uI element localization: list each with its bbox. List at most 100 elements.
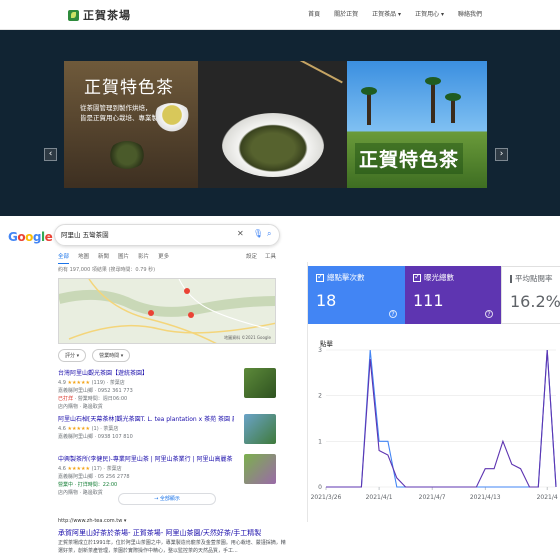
google-logo[interactable]: Google: [8, 230, 53, 244]
map-pin: [188, 312, 194, 318]
google-logo-letter: o: [17, 230, 26, 244]
help-icon[interactable]: ?: [485, 310, 493, 318]
search-tools: 設定 工具: [246, 252, 276, 260]
metric-label: 平均點閱率: [510, 273, 553, 284]
tea-bowl-image: [222, 113, 324, 177]
google-search-results: Google ✕ 🎙 ⌕ 全部 地圖 新聞 圖片 影片 更多 設定 工具 約有 …: [0, 216, 296, 560]
tab-all[interactable]: 全部: [58, 252, 70, 264]
map-pin: [184, 288, 190, 294]
search-input[interactable]: [61, 230, 211, 238]
carousel-next-button[interactable]: ›: [495, 148, 508, 161]
site-header: 正賀茶場 首頁 關於正賀 正賀茶品 ▾ 正賀用心 ▾ 聯絡我們: [0, 0, 560, 30]
x-tick-label: 2021/4/13: [470, 494, 501, 501]
search-icon[interactable]: ⌕: [267, 229, 271, 239]
x-tick-label: 2021/3/26: [311, 494, 342, 501]
rating-filter[interactable]: 評分 ▾: [58, 349, 87, 362]
metric-card-clicks[interactable]: 總點擊次數 18 ?: [308, 266, 405, 324]
microphone-icon[interactable]: 🎙: [253, 229, 263, 238]
hours-filter[interactable]: 營業時間 ▾: [92, 349, 131, 362]
search-tabs: 全部 地圖 新聞 圖片 影片 更多: [58, 252, 169, 264]
closed-status: 已打烊: [58, 396, 74, 402]
settings-link[interactable]: 設定: [246, 252, 257, 260]
review-count: (1) · 茶葉店: [91, 426, 119, 432]
rating-value: 4.9: [58, 380, 66, 386]
nav-item-products[interactable]: 正賀茶品 ▾: [372, 9, 401, 18]
tab-videos[interactable]: 影片: [138, 252, 149, 264]
listing-name[interactable]: 中興製茶所(李健民)-專業阿里山茶 | 阿里山茶業行 | 阿里山高麗茶 | 阿里…: [58, 454, 234, 463]
result-title[interactable]: 承賀阿里山好茶於茶場- 正賀茶場- 阿里山茶園/天然好茶/手工精製: [58, 528, 294, 538]
impressions-series-line: [326, 349, 557, 488]
search-console-panel: 總點擊次數 18 ? 曝光總數 111 ? 平均點閱率 16.2% 點擊 321…: [307, 262, 560, 522]
local-map[interactable]: 地圖資料 ©2021 Google: [58, 278, 276, 344]
tab-maps[interactable]: 地圖: [78, 252, 89, 264]
map-pin: [148, 310, 154, 316]
tea-table-photo: 正賀特色茶 從茶園管理到製作烘焙， 皆是正賀用心栽培、專業製作: [64, 61, 198, 188]
tab-news[interactable]: 新聞: [98, 252, 109, 264]
listing-thumbnail[interactable]: [244, 414, 276, 444]
performance-chart[interactable]: 3 2 1 0 2021/3/26 2021/4/1 2021/4/7 2021/4/13 20…: [308, 342, 560, 522]
listing-name[interactable]: 台灣阿里山觀光茶園【遊統茶園】: [58, 368, 234, 377]
metric-value: 111: [413, 291, 444, 310]
palm-tree-image: [367, 91, 371, 125]
metric-label: 曝光總數: [413, 272, 493, 283]
show-all-button[interactable]: → 全部顯示: [118, 493, 216, 505]
carousel-prev-button[interactable]: ‹: [44, 148, 57, 161]
metric-label-text: 平均點閱率: [515, 274, 553, 283]
metric-label-text: 總點擊次數: [327, 273, 365, 282]
tea-bowl-photo: [198, 61, 347, 188]
bamboo-whisk-image: [269, 61, 343, 121]
nav-item-about[interactable]: 關於正賀: [334, 9, 358, 18]
listing-name[interactable]: 阿里山石棹[天幕茶林]觀光茶園T. L. tea plantation x 茶苑…: [58, 414, 234, 423]
x-tick-label: 2021/4/7: [419, 494, 446, 501]
metric-card-impressions[interactable]: 曝光總數 111 ?: [405, 266, 501, 324]
help-icon[interactable]: ?: [389, 310, 397, 318]
local-listing[interactable]: 台灣阿里山觀光茶園【遊統茶園】 4.9 ★★★★★ (119) · 茶葉店 嘉義…: [58, 368, 278, 414]
result-url[interactable]: http://www.zh-tea.com.tw ▾: [58, 518, 126, 524]
site-logo[interactable]: 正賀茶場: [68, 7, 131, 23]
checkbox-icon[interactable]: [413, 272, 421, 282]
star-rating-icon: ★★★★★: [67, 380, 90, 386]
result-snippet: 正賀茶場成立於1991年，位於阿里山茶園之中，專業製造烏龍茶及金萱茶園。用心栽培…: [58, 540, 286, 554]
map-attribution: 地圖資料 ©2021 Google: [224, 335, 271, 340]
hero-banner: 正賀特色茶 從茶園管理到製作烘焙， 皆是正賀用心栽培、專業製作 正賀特色茶 ‹ …: [0, 30, 560, 216]
tab-more[interactable]: 更多: [158, 252, 169, 264]
listing-thumbnail[interactable]: [244, 368, 276, 398]
tea-plantation-photo: 正賀特色茶: [347, 61, 487, 188]
nav-item-care[interactable]: 正賀用心 ▾: [415, 9, 444, 18]
y-tick-label: 0: [318, 484, 322, 491]
metric-card-ctr[interactable]: 平均點閱率 16.2%: [501, 266, 560, 324]
nav-item-contact[interactable]: 聯絡我們: [458, 9, 482, 18]
listing-thumbnail[interactable]: [244, 454, 276, 484]
google-logo-letter: g: [32, 230, 42, 244]
checkbox-icon[interactable]: [510, 274, 512, 283]
palm-tree-crown: [361, 87, 377, 95]
google-logo-letter: G: [8, 230, 18, 244]
rating-value: 4.6: [58, 466, 66, 472]
hero-title-right: 正賀特色茶: [355, 143, 464, 174]
tab-images[interactable]: 圖片: [118, 252, 129, 264]
metric-label-text: 曝光總數: [424, 273, 454, 282]
x-tick-label: 2021/4: [537, 494, 558, 501]
checkbox-icon[interactable]: [316, 272, 324, 282]
palm-tree-crown: [425, 77, 441, 85]
review-count: (17) · 茶葉店: [91, 466, 122, 472]
carousel-slide[interactable]: 正賀特色茶 從茶園管理到製作烘焙， 皆是正賀用心栽培、專業製作 正賀特色茶: [64, 61, 487, 188]
metric-value: 16.2%: [510, 292, 560, 311]
nav-item-home[interactable]: 首頁: [308, 9, 320, 18]
tools-link[interactable]: 工具: [265, 252, 276, 260]
y-tick-label: 2: [318, 393, 322, 400]
hero-title-left: 正賀特色茶: [84, 78, 174, 98]
palm-tree-crown: [445, 93, 461, 101]
palm-tree-image: [431, 81, 435, 123]
teacup-image: [152, 103, 192, 133]
google-logo-letter: e: [44, 230, 53, 244]
tea-leaf-logo-icon: [68, 9, 79, 21]
y-tick-label: 3: [318, 347, 322, 354]
clear-icon[interactable]: ✕: [237, 229, 244, 238]
metric-label: 總點擊次數: [316, 272, 397, 283]
search-bar: ✕ 🎙 ⌕: [54, 224, 280, 246]
google-logo-letter: o: [25, 230, 33, 244]
metric-value: 18: [316, 291, 337, 310]
star-rating-icon: ★★★★★: [67, 426, 90, 432]
results-count: 約有 197,000 項結果 (搜尋時間：0.79 秒): [58, 267, 156, 273]
